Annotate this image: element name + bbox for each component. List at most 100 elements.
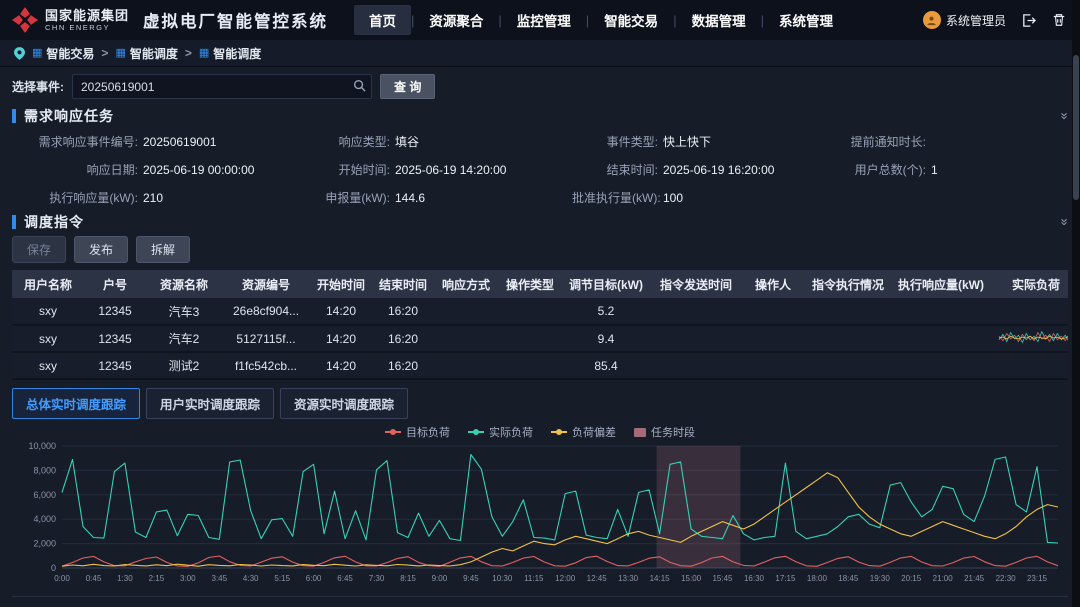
column-header-5: 开始时间	[310, 270, 372, 298]
svg-text:16:30: 16:30	[744, 574, 765, 583]
user-menu[interactable]: 系统管理员	[923, 11, 1006, 29]
table-cell: 16:20	[372, 352, 434, 379]
column-header-2: 户号	[84, 270, 146, 298]
table-cell	[990, 325, 1068, 352]
svg-text:17:15: 17:15	[775, 574, 796, 583]
field-label: 响应日期:	[12, 161, 138, 178]
field-value: 210	[143, 191, 163, 205]
collapse-chevron-icon[interactable]: »	[1059, 218, 1069, 225]
table-cell: 16:20	[372, 325, 434, 352]
table-cell	[804, 298, 892, 325]
logout-icon[interactable]	[1019, 11, 1037, 29]
table-cell: 85.4	[562, 352, 650, 379]
scrollbar-thumb[interactable]	[1073, 55, 1079, 200]
tab-user-realtime[interactable]: 用户实时调度跟踪	[146, 388, 274, 419]
nav-item-2[interactable]: 资源聚合	[414, 5, 498, 35]
legend-label: 负荷偏差	[572, 424, 616, 440]
save-button[interactable]: 保存	[12, 236, 66, 263]
svg-text:0:45: 0:45	[86, 574, 102, 583]
field: 用户总数(个):1	[830, 161, 1068, 178]
collapse-chevron-icon[interactable]: »	[1059, 112, 1069, 119]
svg-text:12:00: 12:00	[555, 574, 576, 583]
svg-text:21:00: 21:00	[933, 574, 954, 583]
table-row[interactable]: sxy12345汽车326e8cf904...14:2016:205.2	[12, 298, 1068, 325]
svg-text:0: 0	[51, 563, 56, 573]
breadcrumb-separator: >	[185, 46, 192, 60]
column-header-1: 用户名称	[12, 270, 84, 298]
nav-item-4[interactable]: 智能交易	[589, 5, 673, 35]
field-label: 事件类型:	[572, 133, 658, 150]
field: 开始时间:2025-06-19 14:20:00	[304, 161, 572, 178]
tab-overall-realtime[interactable]: 总体实时调度跟踪	[12, 388, 140, 419]
svg-text:4,000: 4,000	[33, 514, 56, 524]
field-value: 20250619001	[143, 135, 216, 149]
nav-item-5[interactable]: 数据管理	[677, 5, 761, 35]
field-value: 填谷	[395, 133, 419, 150]
table-cell	[990, 298, 1068, 325]
query-button[interactable]: 查 询	[380, 74, 435, 99]
search-icon[interactable]	[353, 79, 366, 97]
trash-icon[interactable]	[1050, 11, 1068, 29]
header-right: 系统管理员	[923, 11, 1068, 29]
field: 申报量(kW):144.6	[304, 189, 572, 206]
breadcrumb: ▦智能交易 > ▦智能调度 > ▦智能调度	[32, 45, 261, 62]
legend-item-1[interactable]: 目标负荷	[385, 424, 450, 440]
event-search-input[interactable]	[72, 74, 372, 99]
table-cell: 26e8cf904...	[222, 298, 310, 325]
table-cell: 16:20	[372, 298, 434, 325]
field-label: 执行响应量(kW):	[12, 189, 138, 206]
table-row[interactable]: sxy12345汽车25127115f...14:2016:209.4	[12, 325, 1068, 352]
column-header-13: 执行响应量(kW)	[892, 270, 990, 298]
table-cell	[498, 352, 562, 379]
table-cell	[892, 298, 990, 325]
table-row[interactable]: sxy12345测试2f1fc542cb...14:2016:2085.4	[12, 352, 1068, 379]
breadcrumb-separator: >	[101, 46, 108, 60]
table-cell: sxy	[12, 298, 84, 325]
demand-fields: 需求响应事件编号:20250619001响应类型:填谷事件类型:快上快下提前通知…	[12, 133, 1068, 206]
svg-text:6,000: 6,000	[33, 490, 56, 500]
demand-section-header: 需求响应任务 »	[12, 106, 1068, 126]
company-name-en: CHN ENERGY	[45, 23, 129, 32]
svg-text:8,000: 8,000	[33, 465, 56, 475]
breadcrumb-label: 智能调度	[130, 45, 178, 62]
column-header-3: 资源名称	[146, 270, 222, 298]
legend-item-band[interactable]: 任务时段	[634, 424, 695, 440]
svg-text:11:15: 11:15	[524, 574, 544, 583]
nav-item-3[interactable]: 监控管理	[502, 5, 586, 35]
table-cell	[498, 298, 562, 325]
table-cell	[650, 352, 742, 379]
svg-text:0:00: 0:00	[54, 574, 70, 583]
table-cell: 5127115f...	[222, 325, 310, 352]
field-label: 申报量(kW):	[304, 189, 390, 206]
table-cell: 汽车2	[146, 325, 222, 352]
legend-item-2[interactable]: 实际负荷	[468, 424, 533, 440]
svg-text:23:15: 23:15	[1027, 574, 1048, 583]
table-cell	[742, 325, 804, 352]
nav-item-6[interactable]: 系统管理	[764, 5, 848, 35]
tab-resource-realtime[interactable]: 资源实时调度跟踪	[280, 388, 408, 419]
legend-line-marker	[551, 431, 567, 433]
table-header-row: 用户名称户号资源名称资源编号开始时间结束时间响应方式操作类型调节目标(kW)指令…	[12, 270, 1068, 298]
table-cell: 汽车3	[146, 298, 222, 325]
svg-text:22:30: 22:30	[996, 574, 1017, 583]
publish-button[interactable]: 发布	[74, 236, 128, 263]
svg-text:6:45: 6:45	[337, 574, 353, 583]
breadcrumb-item-3[interactable]: ▦智能调度	[199, 45, 261, 62]
split-button[interactable]: 拆解	[136, 236, 190, 263]
svg-text:18:00: 18:00	[807, 574, 828, 583]
column-header-10: 指令发送时间	[650, 270, 742, 298]
table-cell	[892, 325, 990, 352]
breadcrumb-item-1[interactable]: ▦智能交易	[32, 45, 94, 62]
table-cell	[742, 298, 804, 325]
legend-dot	[556, 429, 562, 435]
breadcrumb-bar: ▦智能交易 > ▦智能调度 > ▦智能调度	[0, 40, 1080, 67]
breadcrumb-label: 智能交易	[46, 45, 94, 62]
svg-text:6:00: 6:00	[306, 574, 322, 583]
breadcrumb-item-2[interactable]: ▦智能调度	[115, 45, 177, 62]
legend-item-3[interactable]: 负荷偏差	[551, 424, 616, 440]
nav-item-1[interactable]: 首页	[354, 5, 411, 35]
dispatch-section-title: 调度指令	[24, 212, 84, 232]
svg-text:7:30: 7:30	[369, 574, 385, 583]
legend-line-marker	[468, 431, 484, 433]
svg-text:9:00: 9:00	[432, 574, 448, 583]
